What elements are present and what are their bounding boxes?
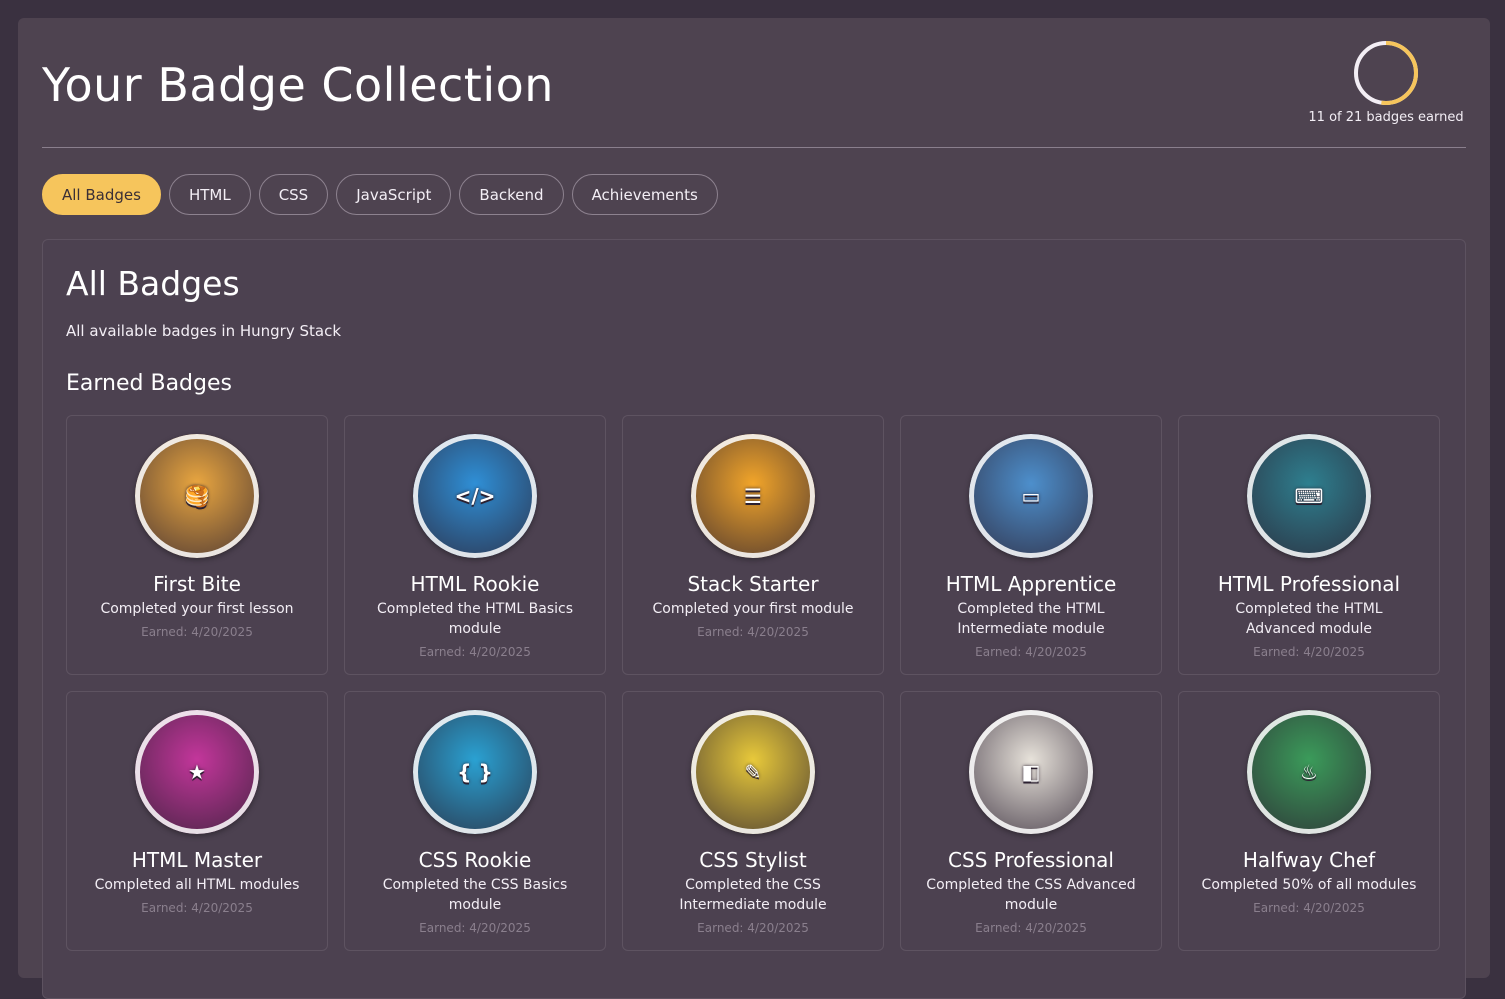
badge-description: Completed all HTML modules: [94, 877, 300, 893]
badge-card[interactable]: </> HTML Rookie Completed the HTML Basic…: [344, 415, 606, 675]
tab-css[interactable]: CSS: [258, 174, 329, 215]
html-pro-badge-icon: ⌨: [1247, 434, 1371, 558]
badge-grid: 🥞 First Bite Completed your first lesson…: [66, 415, 1440, 951]
badge-name: First Bite: [153, 572, 241, 596]
badge-description: Completed your first lesson: [100, 601, 294, 617]
tab-javascript[interactable]: JavaScript: [336, 174, 452, 215]
badge-card[interactable]: ▭ HTML Apprentice Completed the HTML Int…: [900, 415, 1162, 675]
badge-card[interactable]: { } CSS Rookie Completed the CSS Basics …: [344, 691, 606, 951]
badge-earned-date: Earned: 4/20/2025: [419, 921, 531, 935]
badge-card[interactable]: ♨ Halfway Chef Completed 50% of all modu…: [1178, 691, 1440, 951]
progress-text: 11 of 21 badges earned: [1308, 110, 1464, 125]
badge-name: Halfway Chef: [1242, 848, 1376, 872]
badge-earned-date: Earned: 4/20/2025: [975, 921, 1087, 935]
badge-name: Stack Starter: [687, 572, 819, 596]
pancake-badge-icon: 🥞: [135, 434, 259, 558]
section-subtitle: All available badges in Hungry Stack: [66, 322, 342, 340]
badge-earned-date: Earned: 4/20/2025: [1253, 901, 1365, 915]
badge-progress: 11 of 21 badges earned: [1306, 40, 1466, 125]
stack-starter-badge-icon: ☰: [691, 434, 815, 558]
badge-name: HTML Professional: [1217, 572, 1401, 596]
badge-earned-date: Earned: 4/20/2025: [419, 645, 531, 659]
html-apprentice-badge-icon: ▭: [969, 434, 1093, 558]
badge-name: CSS Rookie: [418, 848, 532, 872]
badge-description: Completed the HTML Advanced module: [1235, 601, 1383, 637]
css-rookie-badge-icon: { }: [413, 710, 537, 834]
css-pro-badge-icon: ◧: [969, 710, 1093, 834]
badge-earned-date: Earned: 4/20/2025: [141, 625, 253, 639]
tab-all-badges[interactable]: All Badges: [42, 174, 161, 215]
halfway-chef-badge-icon: ♨: [1247, 710, 1371, 834]
badge-description: Completed 50% of all modules: [1201, 877, 1417, 893]
html-master-badge-icon: ★: [135, 710, 259, 834]
badge-description: Completed your first module: [652, 601, 854, 617]
badge-card[interactable]: 🥞 First Bite Completed your first lesson…: [66, 415, 328, 675]
filter-tabs: All Badges HTML CSS JavaScript Backend A…: [42, 174, 718, 215]
earned-badges-heading: Earned Badges: [66, 371, 232, 396]
tab-backend[interactable]: Backend: [459, 174, 564, 215]
section-title: All Badges: [66, 264, 240, 303]
tab-achievements[interactable]: Achievements: [571, 174, 718, 215]
badge-name: CSS Stylist: [699, 848, 807, 872]
badge-earned-date: Earned: 4/20/2025: [697, 921, 809, 935]
css-stylist-badge-icon: ✎: [691, 710, 815, 834]
badge-card[interactable]: ✎ CSS Stylist Completed the CSS Intermed…: [622, 691, 884, 951]
badge-earned-date: Earned: 4/20/2025: [141, 901, 253, 915]
badge-description: Completed the CSS Intermediate module: [679, 877, 827, 913]
badge-card[interactable]: ⌨ HTML Professional Completed the HTML A…: [1178, 415, 1440, 675]
badge-name: HTML Apprentice: [945, 572, 1117, 596]
badge-collection-panel: Your Badge Collection 11 of 21 badges ea…: [18, 18, 1490, 999]
header-divider: [42, 147, 1466, 148]
badge-description: Completed the HTML Intermediate module: [957, 601, 1105, 637]
badge-description: Completed the CSS Basics module: [382, 877, 568, 913]
badge-description: Completed the CSS Advanced module: [926, 877, 1136, 913]
badge-earned-date: Earned: 4/20/2025: [975, 645, 1087, 659]
badges-section: All Badges All available badges in Hungr…: [42, 239, 1466, 999]
badge-card[interactable]: ◧ CSS Professional Completed the CSS Adv…: [900, 691, 1162, 951]
tab-html[interactable]: HTML: [168, 174, 251, 215]
badge-name: HTML Master: [131, 848, 263, 872]
badge-earned-date: Earned: 4/20/2025: [1253, 645, 1365, 659]
html-learner-badge-icon: </>: [413, 434, 537, 558]
badge-card[interactable]: ★ HTML Master Completed all HTML modules…: [66, 691, 328, 951]
page-title: Your Badge Collection: [42, 58, 554, 112]
badge-description: Completed the HTML Basics module: [377, 601, 573, 637]
progress-ring: [1354, 41, 1418, 105]
badge-name: CSS Professional: [948, 848, 1114, 872]
badge-earned-date: Earned: 4/20/2025: [697, 625, 809, 639]
badge-card[interactable]: ☰ Stack Starter Completed your first mod…: [622, 415, 884, 675]
badge-name: HTML Rookie: [410, 572, 540, 596]
